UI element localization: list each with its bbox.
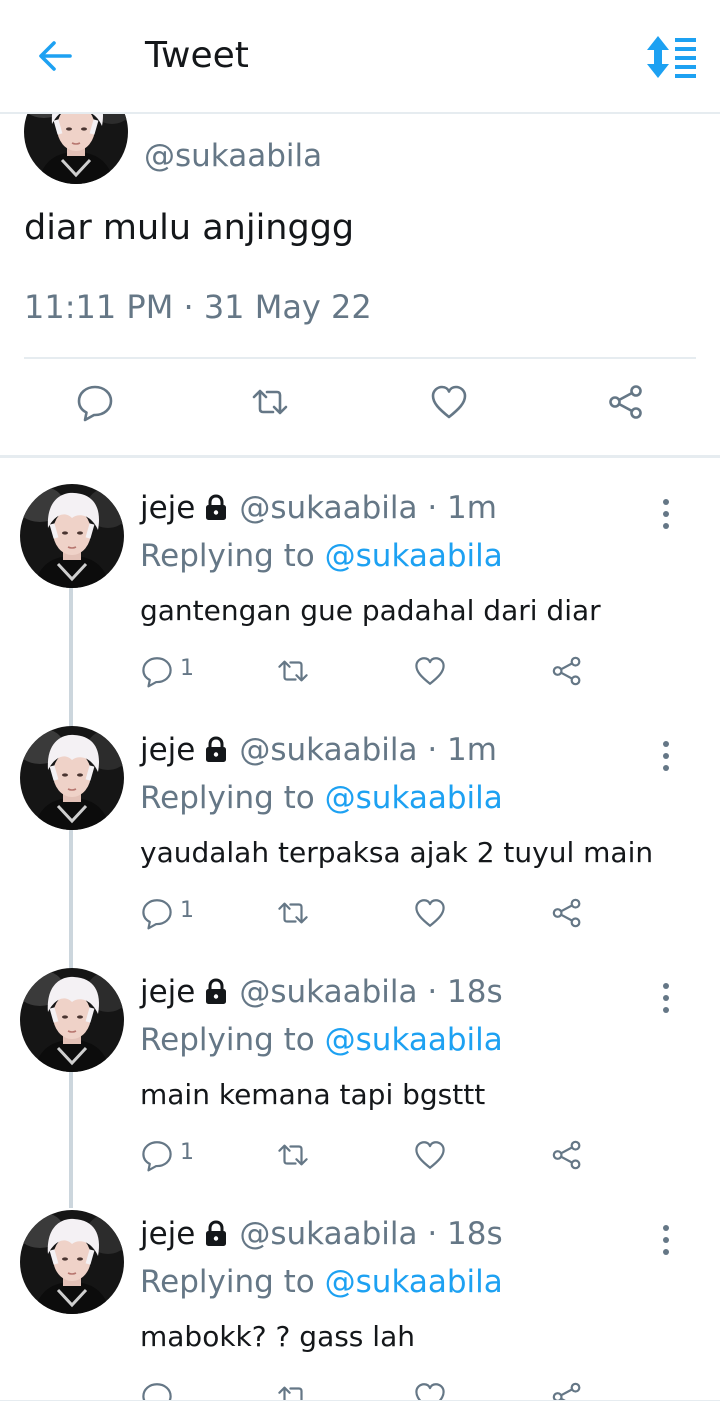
reply-button[interactable] bbox=[140, 1380, 200, 1400]
reply-icon[interactable] bbox=[75, 382, 115, 422]
author-name[interactable]: jeje bbox=[140, 974, 195, 1010]
reply-icon bbox=[140, 1138, 174, 1172]
lock-icon bbox=[201, 492, 231, 522]
author-handle[interactable]: @sukaabila bbox=[239, 490, 417, 526]
share-icon[interactable] bbox=[550, 1138, 584, 1172]
sort-toggle-icon[interactable] bbox=[646, 34, 698, 80]
reply-time: · 18s bbox=[427, 974, 503, 1010]
author-name[interactable]: jeje bbox=[140, 490, 195, 526]
share-icon[interactable] bbox=[550, 1380, 584, 1400]
reply-header: jeje @sukaabila · 18s bbox=[140, 972, 503, 1012]
more-options-icon[interactable] bbox=[654, 736, 678, 776]
author-handle[interactable]: @sukaabila bbox=[239, 974, 417, 1010]
replying-to: Replying to @sukaabila bbox=[140, 1262, 503, 1302]
reply-header: jeje @sukaabila · 18s bbox=[140, 1214, 503, 1254]
divider bbox=[24, 357, 696, 359]
reply-count: 1 bbox=[180, 1140, 194, 1165]
more-options-icon[interactable] bbox=[654, 978, 678, 1018]
reply-button[interactable]: 1 bbox=[140, 896, 200, 930]
reply-header: jeje @sukaabila · 1m bbox=[140, 488, 497, 528]
avatar[interactable] bbox=[20, 968, 124, 1072]
reply-tweet[interactable]: jeje @sukaabila · 18s Replying to @sukaab… bbox=[0, 1184, 720, 1400]
reply-time: · 18s bbox=[427, 1216, 503, 1252]
replying-to: Replying to @sukaabila bbox=[140, 536, 503, 576]
tweet-text: diar mulu anjinggg bbox=[24, 208, 355, 248]
like-icon[interactable] bbox=[413, 1138, 447, 1172]
reply-text: gantengan gue padahal dari diar bbox=[140, 594, 601, 627]
reply-actions: 1 bbox=[140, 654, 600, 694]
reply-text: main kemana tapi bgsttt bbox=[140, 1078, 486, 1111]
reply-actions: 1 bbox=[140, 1138, 600, 1178]
mention-link[interactable]: @sukaabila bbox=[325, 780, 503, 816]
retweet-icon[interactable] bbox=[276, 1138, 310, 1172]
lock-icon bbox=[201, 1218, 231, 1248]
avatar[interactable] bbox=[20, 484, 124, 588]
reply-count: 1 bbox=[180, 656, 194, 681]
mention-link[interactable]: @sukaabila bbox=[325, 538, 503, 574]
reply-header: jeje @sukaabila · 1m bbox=[140, 730, 497, 770]
reply-actions: 1 bbox=[140, 896, 600, 936]
reply-icon bbox=[140, 896, 174, 930]
reply-tweet[interactable]: jeje @sukaabila · 18s Replying to @sukaab… bbox=[0, 942, 720, 1184]
reply-tweet[interactable]: jeje @sukaabila · 1m Replying to @sukaabi… bbox=[0, 700, 720, 942]
reply-text: yaudalah terpaksa ajak 2 tuyul main bbox=[140, 836, 654, 869]
like-icon[interactable] bbox=[413, 896, 447, 930]
like-icon[interactable] bbox=[429, 382, 469, 422]
author-handle[interactable]: @sukaabila bbox=[239, 1216, 417, 1252]
replying-label: Replying to bbox=[140, 1264, 315, 1300]
mention-link[interactable]: @sukaabila bbox=[325, 1022, 503, 1058]
share-icon[interactable] bbox=[550, 896, 584, 930]
author-name[interactable]: jeje bbox=[140, 732, 195, 768]
top-bar: Tweet bbox=[0, 0, 720, 114]
tweet-actions bbox=[0, 382, 720, 432]
author-handle[interactable]: @sukaabila bbox=[144, 138, 322, 174]
reply-icon bbox=[140, 654, 174, 688]
reply-tweet[interactable]: jeje @sukaabila · 1m Replying to @sukaabi… bbox=[0, 458, 720, 700]
retweet-icon[interactable] bbox=[276, 896, 310, 930]
author-handle[interactable]: @sukaabila bbox=[239, 732, 417, 768]
like-icon[interactable] bbox=[413, 654, 447, 688]
more-options-icon[interactable] bbox=[654, 494, 678, 534]
avatar[interactable] bbox=[20, 1210, 124, 1314]
like-icon[interactable] bbox=[413, 1380, 447, 1400]
replying-label: Replying to bbox=[140, 780, 315, 816]
lock-icon bbox=[201, 734, 231, 764]
replying-label: Replying to bbox=[140, 1022, 315, 1058]
retweet-icon[interactable] bbox=[276, 654, 310, 688]
reply-actions bbox=[140, 1380, 600, 1400]
retweet-icon[interactable] bbox=[276, 1380, 310, 1400]
retweet-icon[interactable] bbox=[250, 382, 290, 422]
mention-link[interactable]: @sukaabila bbox=[325, 1264, 503, 1300]
avatar[interactable] bbox=[20, 726, 124, 830]
lock-icon bbox=[201, 976, 231, 1006]
reply-button[interactable]: 1 bbox=[140, 1138, 200, 1172]
tweet-timestamp: 11:11 PM · 31 May 22 bbox=[24, 288, 372, 326]
replying-to: Replying to @sukaabila bbox=[140, 1020, 503, 1060]
main-tweet: @sukaabila diar mulu anjinggg 11:11 PM ·… bbox=[0, 112, 720, 456]
share-icon[interactable] bbox=[550, 654, 584, 688]
arrow-left-icon[interactable] bbox=[34, 34, 78, 78]
reply-count: 1 bbox=[180, 898, 194, 923]
reply-text: mabokk? ? gass lah bbox=[140, 1320, 415, 1353]
page-title: Tweet bbox=[145, 35, 249, 76]
reply-time: · 1m bbox=[427, 732, 497, 768]
replying-to: Replying to @sukaabila bbox=[140, 778, 503, 818]
reply-button[interactable]: 1 bbox=[140, 654, 200, 688]
share-icon[interactable] bbox=[606, 382, 646, 422]
reply-time: · 1m bbox=[427, 490, 497, 526]
reply-icon bbox=[140, 1380, 174, 1400]
avatar[interactable] bbox=[24, 112, 128, 184]
author-name[interactable]: jeje bbox=[140, 1216, 195, 1252]
more-options-icon[interactable] bbox=[654, 1220, 678, 1260]
replying-label: Replying to bbox=[140, 538, 315, 574]
